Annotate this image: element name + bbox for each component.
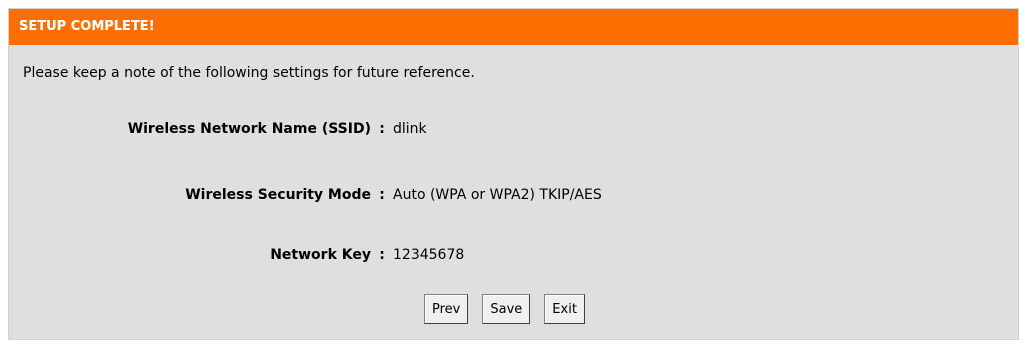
ssid-separator: : (379, 121, 385, 137)
exit-button[interactable]: Exit (544, 294, 585, 324)
save-button[interactable]: Save (482, 294, 531, 324)
setting-row-security-mode: Wireless Security Mode : Auto (WPA or WP… (9, 187, 699, 203)
security-mode-separator: : (379, 187, 385, 203)
setting-row-network-key: Network Key : 12345678 (9, 247, 699, 263)
intro-text: Please keep a note of the following sett… (23, 65, 475, 81)
prev-button[interactable]: Prev (424, 294, 469, 324)
setup-complete-panel: SETUP COMPLETE! Please keep a note of th… (8, 8, 1019, 340)
ssid-value: dlink (393, 121, 427, 137)
network-key-value: 12345678 (393, 247, 465, 263)
ssid-label: Wireless Network Name (SSID) (127, 121, 371, 137)
panel-header: SETUP COMPLETE! (9, 9, 1018, 45)
security-mode-label: Wireless Security Mode (185, 187, 371, 203)
security-mode-value: Auto (WPA or WPA2) TKIP/AES (393, 187, 602, 203)
button-group: Prev Save Exit (424, 294, 585, 324)
network-key-label: Network Key (270, 247, 371, 263)
network-key-separator: : (379, 247, 385, 263)
setting-row-ssid: Wireless Network Name (SSID) : dlink (9, 121, 699, 137)
